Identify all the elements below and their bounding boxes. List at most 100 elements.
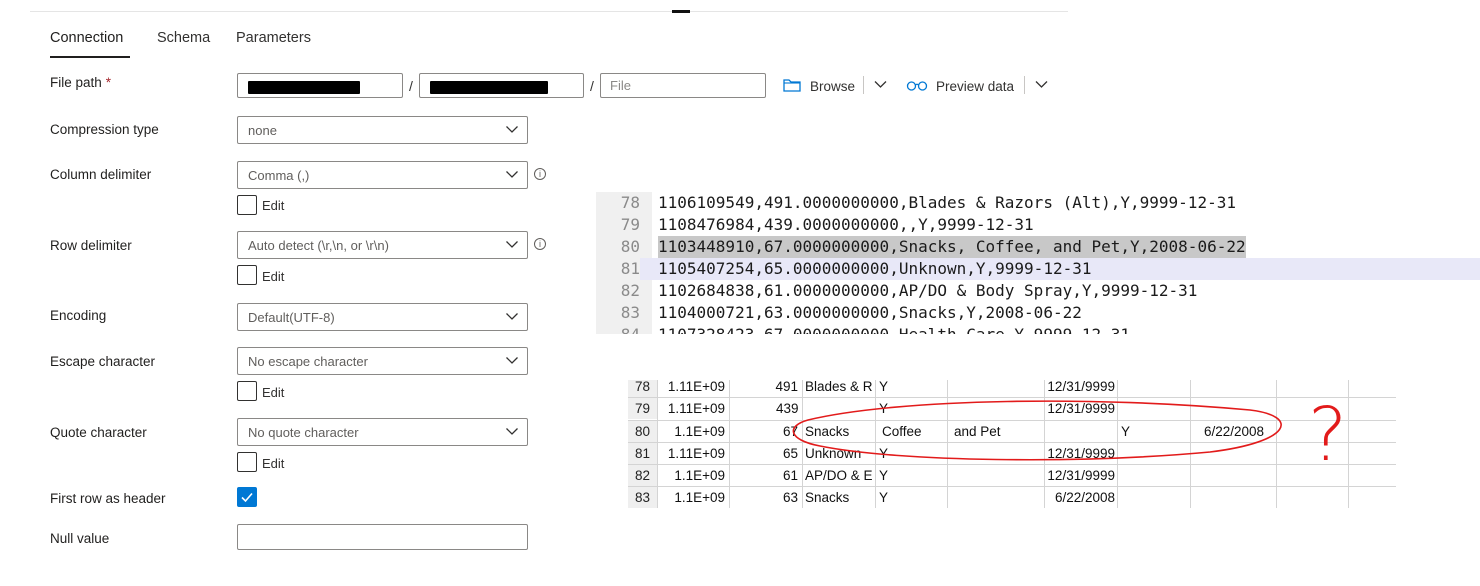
sheet-cell: 63 bbox=[782, 490, 798, 505]
chevron-down-icon bbox=[506, 313, 518, 320]
first-row-header-checkbox[interactable] bbox=[237, 487, 257, 507]
edit-label: Edit bbox=[262, 385, 285, 400]
chevron-down-icon bbox=[506, 171, 518, 178]
sheet-cell: and Pet bbox=[954, 424, 1001, 439]
escape-character-value: No escape character bbox=[248, 354, 368, 369]
sheet-cell: Snacks bbox=[805, 490, 850, 505]
row-header: 82 bbox=[628, 465, 657, 486]
sheet-cell: Y bbox=[1121, 424, 1131, 439]
sheet-row: 83 1.1E+09 63 Snacks Y 6/22/2008 bbox=[628, 486, 1396, 508]
column-delimiter-edit-checkbox[interactable] bbox=[237, 195, 257, 215]
row-header: 79 bbox=[628, 398, 657, 419]
container-input[interactable] bbox=[237, 73, 403, 98]
sheet-cell: 12/31/9999 bbox=[1047, 446, 1115, 461]
tab-connection[interactable]: Connection bbox=[50, 30, 123, 46]
file-input[interactable]: File bbox=[600, 73, 766, 98]
row-delimiter-edit-checkbox[interactable] bbox=[237, 265, 257, 285]
chevron-down-icon[interactable] bbox=[874, 80, 887, 89]
text-line: 82 1102684838,61.0000000000,AP/DO & Body … bbox=[620, 281, 1198, 300]
text-line: 83 1104000721,63.0000000000,Snacks,Y,2008… bbox=[620, 303, 1082, 322]
quote-character-dropdown[interactable]: No quote character bbox=[237, 418, 528, 446]
info-icon[interactable]: i bbox=[534, 238, 546, 250]
sheet-cell: AP/DO & E bbox=[805, 468, 873, 483]
row-delimiter-label: Row delimiter bbox=[50, 238, 132, 253]
tab-parameters[interactable]: Parameters bbox=[236, 30, 311, 46]
directory-input[interactable] bbox=[419, 73, 584, 98]
glasses-icon[interactable] bbox=[906, 80, 928, 91]
column-delimiter-dropdown[interactable]: Comma (,) bbox=[237, 161, 528, 189]
row-header: 80 bbox=[628, 421, 657, 442]
sheet-cell: Y bbox=[879, 490, 889, 505]
chevron-down-icon bbox=[506, 428, 518, 435]
sheet-row: 81 1.11E+09 65 Unknown Y 12/31/9999 bbox=[628, 442, 1396, 464]
folder-icon[interactable] bbox=[783, 78, 801, 92]
info-icon[interactable]: i bbox=[534, 168, 546, 180]
browse-button[interactable]: Browse bbox=[810, 79, 855, 94]
required-mark: * bbox=[105, 75, 112, 90]
annotation-overlay bbox=[792, 400, 1282, 461]
sheet-cell: 1.1E+09 bbox=[674, 424, 725, 439]
escape-character-dropdown[interactable]: No escape character bbox=[237, 347, 528, 375]
path-separator: / bbox=[409, 78, 413, 94]
column-delimiter-label: Column delimiter bbox=[50, 167, 152, 182]
tab-schema[interactable]: Schema bbox=[157, 30, 210, 46]
encoding-dropdown[interactable]: Default(UTF-8) bbox=[237, 303, 528, 331]
edit-label: Edit bbox=[262, 198, 285, 213]
encoding-label: Encoding bbox=[50, 308, 107, 323]
active-tab-indicator bbox=[50, 56, 130, 58]
escape-character-label: Escape character bbox=[50, 354, 156, 369]
row-delimiter-dropdown[interactable]: Auto detect (\r,\n, or \r\n) bbox=[237, 231, 528, 259]
row-header: 81 bbox=[628, 443, 657, 464]
sheet-cell: 6/22/2008 bbox=[1204, 424, 1265, 439]
sheet-row: 82 1.1E+09 61 AP/DO & E Y 12/31/9999 bbox=[628, 464, 1396, 486]
chevron-down-icon bbox=[506, 357, 518, 364]
column-delimiter-value: Comma (,) bbox=[248, 168, 310, 183]
annotation-question-mark: ? bbox=[1308, 392, 1348, 478]
sheet-cell: 6/22/2008 bbox=[1054, 490, 1115, 505]
sheet-cell: 491 bbox=[775, 380, 798, 394]
file-path-label: File path * bbox=[50, 75, 112, 90]
sheet-cell: 12/31/9999 bbox=[1047, 380, 1115, 394]
row-header: 78 bbox=[628, 380, 657, 397]
sheet-cell: 1.11E+09 bbox=[667, 401, 725, 416]
sheet-cell: Y bbox=[879, 468, 889, 483]
edit-label: Edit bbox=[262, 269, 285, 284]
null-value-input[interactable] bbox=[237, 524, 528, 550]
null-value-label: Null value bbox=[50, 531, 110, 546]
spreadsheet-preview: 78 1.11E+09 491 Blades & R Y 12/31/9999 … bbox=[628, 380, 1396, 508]
path-separator: / bbox=[590, 78, 594, 94]
text-line: 79 1108476984,439.0000000000,,Y,9999-12-3… bbox=[620, 215, 1034, 234]
sheet-cell: 1.11E+09 bbox=[667, 446, 725, 461]
escape-character-edit-checkbox[interactable] bbox=[237, 381, 257, 401]
chevron-down-icon bbox=[506, 126, 518, 133]
redacted-value bbox=[248, 81, 360, 94]
toolbar-divider bbox=[863, 76, 864, 94]
checkmark-icon bbox=[241, 492, 253, 503]
compression-type-dropdown[interactable]: none bbox=[237, 116, 528, 144]
edit-label: Edit bbox=[262, 456, 285, 471]
sheet-cell: Y bbox=[879, 380, 889, 397]
sheet-cell: 61 bbox=[782, 468, 798, 483]
text-line: 78 1106109549,491.0000000000,Blades & Raz… bbox=[620, 193, 1236, 212]
row-delimiter-value: Auto detect (\r,\n, or \r\n) bbox=[248, 238, 389, 253]
preview-data-button[interactable]: Preview data bbox=[936, 79, 1014, 94]
top-divider bbox=[30, 11, 1068, 12]
compression-type-label: Compression type bbox=[50, 122, 159, 137]
sheet-row: 78 1.11E+09 491 Blades & R Y 12/31/9999 bbox=[628, 380, 1396, 397]
text-line-current: 81 1105407254,65.0000000000,Unknown,Y,999… bbox=[596, 258, 1480, 280]
drag-handle[interactable] bbox=[672, 10, 690, 13]
quote-character-value: No quote character bbox=[248, 425, 359, 440]
redacted-value bbox=[430, 81, 548, 94]
sheet-cell: 12/31/9999 bbox=[1047, 468, 1115, 483]
chevron-down-icon[interactable] bbox=[1035, 80, 1048, 89]
text-file-preview: 78 1106109549,491.0000000000,Blades & Raz… bbox=[596, 192, 1480, 334]
quote-character-edit-checkbox[interactable] bbox=[237, 452, 257, 472]
encoding-value: Default(UTF-8) bbox=[248, 310, 335, 325]
sheet-cell: 1.11E+09 bbox=[667, 380, 725, 394]
first-row-header-label: First row as header bbox=[50, 491, 166, 506]
sheet-cell: 1.1E+09 bbox=[674, 490, 725, 505]
sheet-cell: Blades & R bbox=[805, 380, 873, 394]
row-header: 83 bbox=[628, 487, 657, 508]
quote-character-label: Quote character bbox=[50, 425, 147, 440]
text-line: 841107328423,67.0000000000,Health Care,Y… bbox=[596, 324, 1480, 334]
